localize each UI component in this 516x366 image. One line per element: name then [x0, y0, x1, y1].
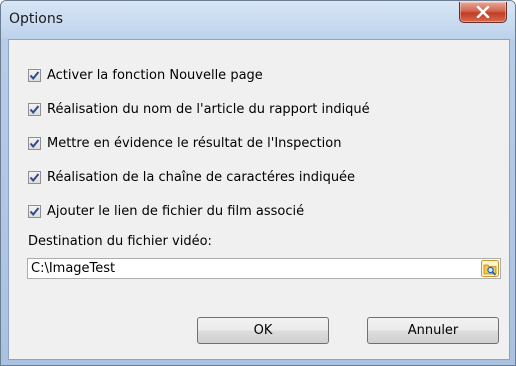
option-new-page-checkbox[interactable]	[28, 68, 41, 82]
browse-button[interactable]	[481, 260, 499, 277]
close-button[interactable]	[459, 2, 507, 23]
option-article-name-label: Réalisation du nom de l'article du rappo…	[47, 101, 370, 117]
option-highlight-result-label: Mettre en évidence le résultat de l'Insp…	[47, 135, 342, 151]
video-destination-field[interactable]: C:\ImageTest	[27, 258, 501, 279]
option-highlight-result[interactable]: Mettre en évidence le résultat de l'Insp…	[28, 134, 341, 152]
option-string-checkbox[interactable]	[28, 170, 41, 184]
dialog-body: Activer la fonction Nouvelle page Réalis…	[8, 39, 510, 360]
video-destination-value[interactable]: C:\ImageTest	[31, 261, 115, 276]
checkmark-icon	[29, 70, 40, 80]
checkmark-icon	[29, 206, 40, 216]
cancel-button[interactable]: Annuler	[367, 317, 499, 344]
option-string[interactable]: Réalisation de la chaîne de caractéres i…	[28, 168, 355, 186]
option-string-label: Réalisation de la chaîne de caractéres i…	[47, 169, 356, 185]
checkmark-icon	[29, 172, 40, 182]
title-bar[interactable]: Options	[1, 1, 515, 39]
checkmark-icon	[29, 104, 40, 114]
checkmark-icon	[29, 138, 40, 148]
option-article-name[interactable]: Réalisation du nom de l'article du rappo…	[28, 100, 370, 118]
option-film-link-label: Ajouter le lien de fichier du film assoc…	[47, 203, 305, 219]
option-film-link[interactable]: Ajouter le lien de fichier du film assoc…	[28, 202, 304, 220]
option-film-link-checkbox[interactable]	[28, 204, 41, 218]
close-icon	[476, 6, 490, 18]
option-new-page-label: Activer la fonction Nouvelle page	[47, 67, 263, 83]
video-destination-label: Destination du fichier vidéo:	[28, 234, 212, 249]
option-new-page[interactable]: Activer la fonction Nouvelle page	[28, 66, 263, 84]
option-article-name-checkbox[interactable]	[28, 102, 41, 116]
option-highlight-result-checkbox[interactable]	[28, 136, 41, 150]
options-dialog: Options Activer la fonction Nouvelle pag…	[0, 0, 516, 366]
window-title: Options	[9, 11, 64, 27]
folder-search-icon	[481, 260, 499, 277]
ok-button[interactable]: OK	[197, 317, 329, 344]
